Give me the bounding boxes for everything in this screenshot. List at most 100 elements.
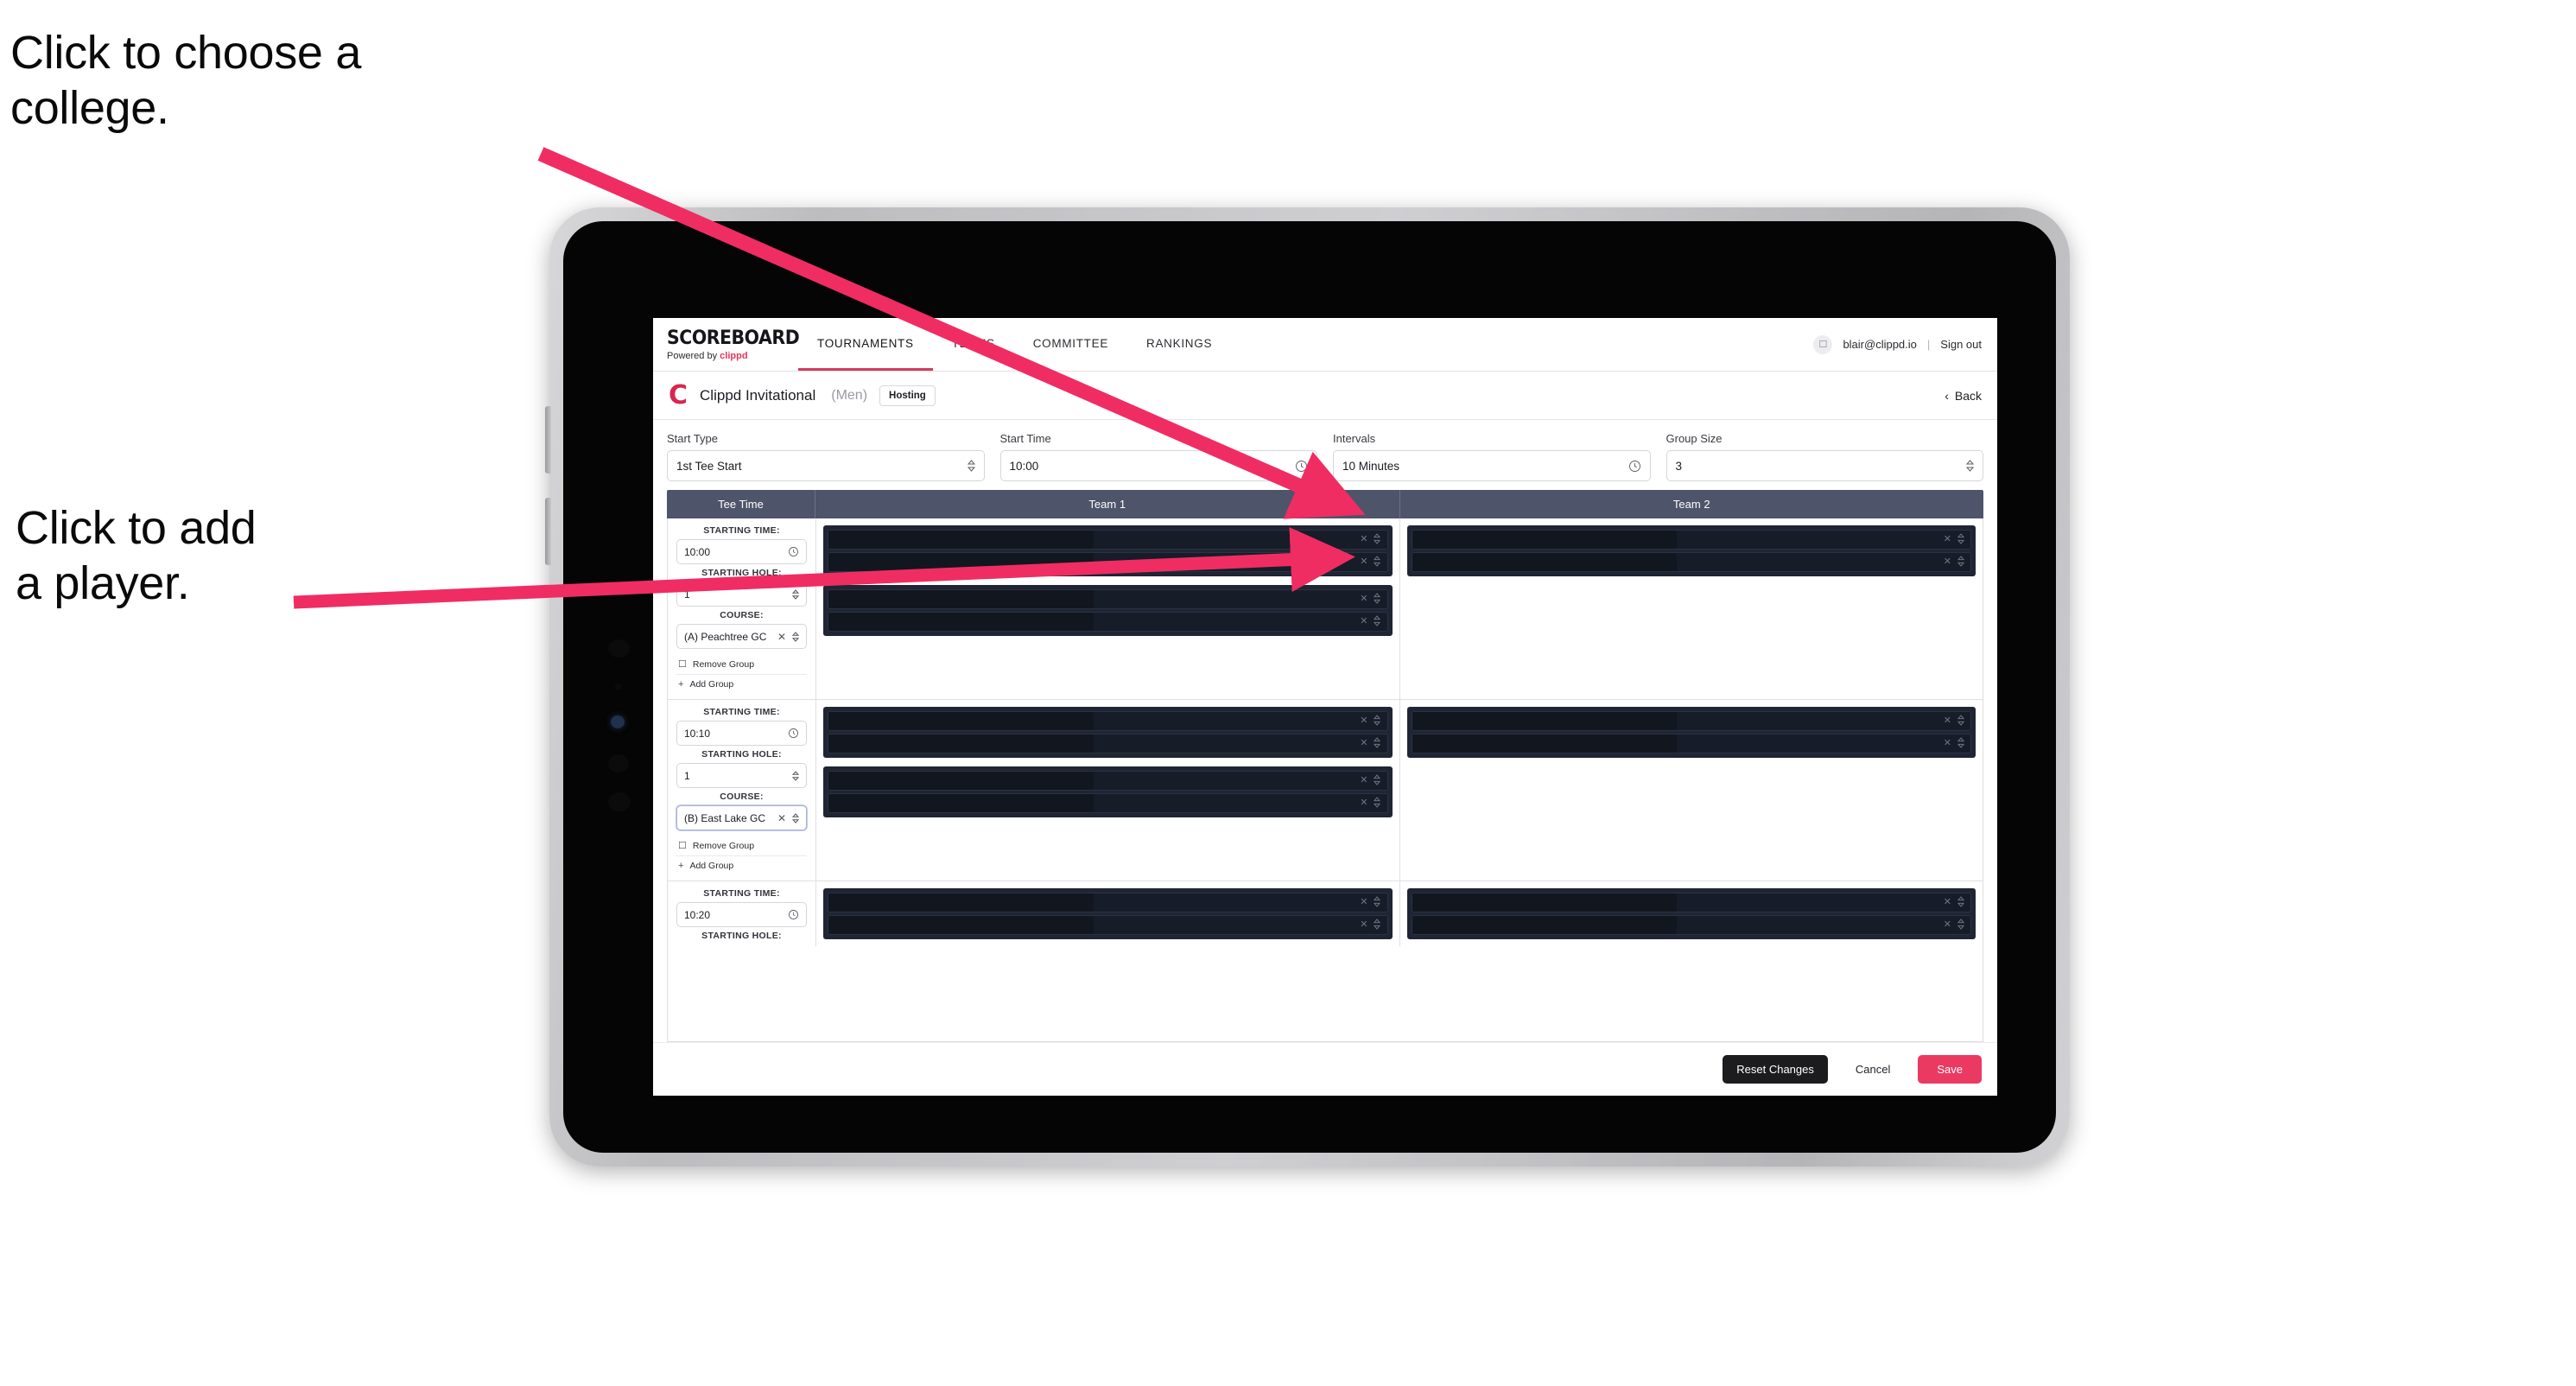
chevron-updown-icon[interactable] xyxy=(1374,736,1381,751)
close-icon[interactable]: ✕ xyxy=(1944,739,1951,748)
player-name-field[interactable] xyxy=(1412,734,1678,753)
player-slot[interactable]: ✕ xyxy=(828,915,1388,935)
chevron-updown-icon[interactable] xyxy=(1957,555,1965,569)
close-icon[interactable]: ✕ xyxy=(1944,898,1951,907)
close-icon[interactable]: ✕ xyxy=(1944,716,1951,726)
player-slot[interactable]: ✕ xyxy=(828,734,1388,753)
close-icon[interactable]: ✕ xyxy=(1360,776,1367,785)
chevron-updown-icon[interactable] xyxy=(792,588,799,600)
player-name-field[interactable] xyxy=(1412,916,1678,934)
chevron-updown-icon[interactable] xyxy=(1957,918,1965,932)
close-icon[interactable]: ✕ xyxy=(777,631,786,643)
player-slot[interactable]: ✕ xyxy=(828,612,1388,632)
chevron-updown-icon[interactable] xyxy=(1374,532,1381,547)
user-icon[interactable]: ☐ xyxy=(1813,334,1833,354)
add-group-button[interactable]: + Add Group xyxy=(676,674,807,694)
remove-group-button[interactable]: ☐ Remove Group xyxy=(676,654,807,674)
select-start-type[interactable]: 1st Tee Start xyxy=(667,450,985,481)
input-start-time[interactable]: 10:00 xyxy=(999,450,1317,481)
volume-up-button[interactable] xyxy=(545,406,551,474)
close-icon[interactable]: ✕ xyxy=(1944,535,1951,544)
volume-down-button[interactable] xyxy=(545,498,551,565)
player-slot[interactable]: ✕ xyxy=(828,552,1388,572)
chevron-updown-icon[interactable] xyxy=(1957,532,1965,547)
close-icon[interactable]: ✕ xyxy=(1360,617,1367,626)
clock-icon[interactable] xyxy=(788,909,799,920)
close-icon[interactable]: ✕ xyxy=(1944,920,1951,930)
chevron-updown-icon[interactable] xyxy=(1374,555,1381,569)
player-slot[interactable]: ✕ xyxy=(828,530,1388,550)
close-icon[interactable]: ✕ xyxy=(1360,535,1367,544)
chevron-updown-icon[interactable] xyxy=(1374,614,1381,629)
player-name-field[interactable] xyxy=(828,712,1094,730)
player-slot[interactable]: ✕ xyxy=(1411,915,1971,935)
clock-icon[interactable] xyxy=(1295,460,1308,473)
chevron-updown-icon[interactable] xyxy=(792,631,799,642)
player-slot[interactable]: ✕ xyxy=(828,893,1388,912)
close-icon[interactable]: ✕ xyxy=(1360,798,1367,808)
close-icon[interactable]: ✕ xyxy=(1360,716,1367,726)
close-icon[interactable]: ✕ xyxy=(1360,898,1367,907)
chevron-updown-icon[interactable] xyxy=(1374,773,1381,788)
input-starting-time[interactable]: 10:20 xyxy=(676,902,807,927)
chevron-updown-icon[interactable] xyxy=(1374,796,1381,811)
player-slot[interactable]: ✕ xyxy=(828,711,1388,731)
player-name-field[interactable] xyxy=(828,734,1094,753)
select-group-size[interactable]: 3 xyxy=(1666,450,1983,481)
chevron-updown-icon[interactable] xyxy=(1374,918,1381,932)
clock-icon[interactable] xyxy=(788,546,799,557)
select-starting-hole[interactable]: 1 xyxy=(676,582,807,607)
player-slot[interactable]: ✕ xyxy=(1411,893,1971,912)
input-starting-time[interactable]: 10:00 xyxy=(676,539,807,564)
nav-tab-rankings[interactable]: RANKINGS xyxy=(1127,318,1231,371)
clock-icon[interactable] xyxy=(1628,460,1641,473)
player-slot[interactable]: ✕ xyxy=(1411,530,1971,550)
nav-tab-committee[interactable]: COMMITTEE xyxy=(1014,318,1127,371)
chevron-updown-icon[interactable] xyxy=(1374,592,1381,607)
close-icon[interactable]: ✕ xyxy=(1360,739,1367,748)
cancel-button[interactable]: Cancel xyxy=(1842,1055,1904,1084)
player-name-field[interactable] xyxy=(828,590,1094,608)
chevron-updown-icon[interactable] xyxy=(1957,714,1965,728)
close-icon[interactable]: ✕ xyxy=(777,812,786,824)
player-name-field[interactable] xyxy=(828,772,1094,790)
chevron-updown-icon[interactable] xyxy=(792,770,799,781)
player-name-field[interactable] xyxy=(828,531,1094,549)
player-name-field[interactable] xyxy=(1412,893,1678,912)
select-course[interactable]: (B) East Lake GC ✕ xyxy=(676,805,807,830)
brand-logo[interactable]: SCOREBOARD Powered by clippd xyxy=(653,318,800,371)
close-icon[interactable]: ✕ xyxy=(1360,557,1367,567)
player-slot[interactable]: ✕ xyxy=(1411,711,1971,731)
player-name-field[interactable] xyxy=(828,794,1094,812)
input-starting-time[interactable]: 10:10 xyxy=(676,721,807,746)
chevron-updown-icon[interactable] xyxy=(1957,736,1965,751)
chevron-updown-icon[interactable] xyxy=(1374,895,1381,910)
save-button[interactable]: Save xyxy=(1918,1055,1982,1084)
player-slot[interactable]: ✕ xyxy=(1411,552,1971,572)
player-name-field[interactable] xyxy=(1412,712,1678,730)
player-name-field[interactable] xyxy=(1412,553,1678,571)
player-slot[interactable]: ✕ xyxy=(1411,734,1971,753)
add-group-button[interactable]: + Add Group xyxy=(676,855,807,875)
player-name-field[interactable] xyxy=(828,893,1094,912)
chevron-updown-icon[interactable] xyxy=(1957,895,1965,910)
input-intervals[interactable]: 10 Minutes xyxy=(1333,450,1651,481)
chevron-updown-icon[interactable] xyxy=(1374,714,1381,728)
clock-icon[interactable] xyxy=(788,728,799,739)
back-link[interactable]: ‹ Back xyxy=(1945,389,1982,403)
player-name-field[interactable] xyxy=(828,916,1094,934)
select-starting-hole[interactable]: 1 xyxy=(676,763,807,788)
chevron-updown-icon[interactable] xyxy=(792,812,799,823)
player-slot[interactable]: ✕ xyxy=(828,771,1388,791)
player-name-field[interactable] xyxy=(828,553,1094,571)
player-slot[interactable]: ✕ xyxy=(828,793,1388,813)
player-name-field[interactable] xyxy=(828,613,1094,631)
reset-changes-button[interactable]: Reset Changes xyxy=(1723,1055,1828,1084)
nav-tab-tournaments[interactable]: TOURNAMENTS xyxy=(798,318,933,371)
remove-group-button[interactable]: ☐ Remove Group xyxy=(676,836,807,855)
close-icon[interactable]: ✕ xyxy=(1360,594,1367,604)
close-icon[interactable]: ✕ xyxy=(1360,920,1367,930)
close-icon[interactable]: ✕ xyxy=(1944,557,1951,567)
nav-tab-teams[interactable]: TEAMS xyxy=(933,318,1014,371)
select-course[interactable]: (A) Peachtree GC ✕ xyxy=(676,624,807,649)
